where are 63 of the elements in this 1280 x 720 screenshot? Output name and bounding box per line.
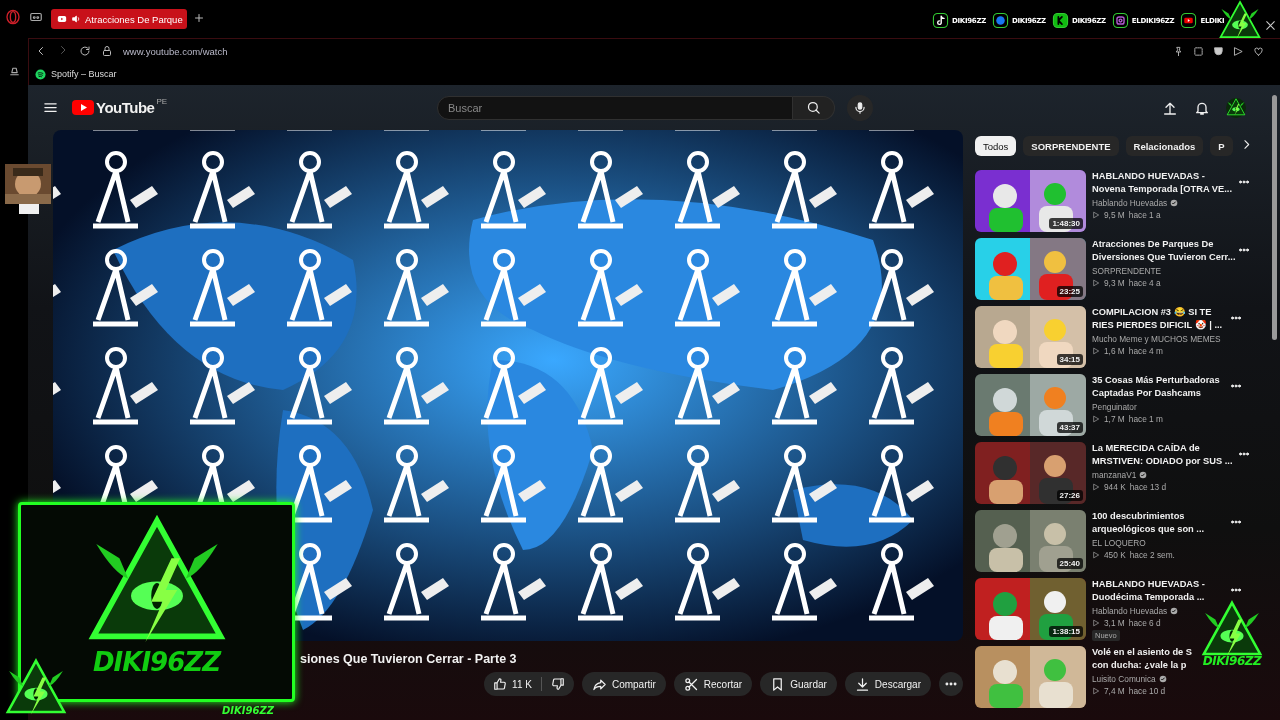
channel-name[interactable]: Hablando Huevadas — [1092, 198, 1168, 208]
duration-label: 43:37 — [1056, 422, 1083, 433]
channel-name[interactable]: Hablando Huevadas — [1092, 606, 1168, 616]
upload-age: hace 4 a — [1128, 278, 1161, 288]
upload-age: hace 1 m — [1128, 414, 1163, 424]
duration-label: 23:25 — [1056, 286, 1083, 297]
video-title[interactable]: HABLANDO HUEVADAS - — [1092, 578, 1205, 591]
overlay-logo-text: DIKI96ZZ — [222, 705, 274, 716]
video-title[interactable]: arqueológicos que son ... — [1092, 523, 1205, 536]
view-count: 3,1 M — [1104, 618, 1125, 628]
view-count: 944 K — [1104, 482, 1126, 492]
channel-name[interactable]: manzanaV1 — [1092, 470, 1137, 480]
duration-label: 27:26 — [1056, 490, 1083, 501]
address-field[interactable]: www.youtube.com/watch — [123, 45, 228, 57]
upload-age: hace 2 sem. — [1129, 550, 1175, 560]
browser-tab[interactable]: Atracciones De Parque — [51, 9, 187, 29]
upload-age: hace 13 d — [1129, 482, 1167, 492]
upload-age: hace 10 d — [1128, 686, 1166, 696]
search-field[interactable]: Buscar — [437, 95, 793, 120]
view-count: 9,3 M — [1104, 278, 1125, 288]
upload-age: hace 1 a — [1128, 210, 1161, 220]
bookmark[interactable]: Spotify – Buscar — [35, 68, 117, 80]
duration-label: 25:40 — [1056, 558, 1083, 569]
video-title[interactable]: Captadas Por Dashcams — [1092, 387, 1202, 400]
video-title[interactable]: La MERECIDA CAÍDA de — [1092, 442, 1200, 455]
filter-chip[interactable]: Relacionados — [1125, 136, 1204, 156]
action-button[interactable]: Guardar — [760, 672, 837, 696]
view-count: 450 K — [1104, 550, 1126, 560]
filter-chip[interactable]: P — [1210, 136, 1233, 156]
upload-age: hace 6 d — [1128, 618, 1161, 628]
channel-name[interactable]: Luisito Comunica — [1092, 674, 1156, 684]
view-count: 9,5 M — [1104, 210, 1125, 220]
overlay-logo-text: DIKI96ZZ — [93, 647, 220, 677]
action-button[interactable]: Descargar — [844, 672, 931, 696]
channel-name[interactable]: EL LOQUERO — [1092, 538, 1146, 548]
video-title[interactable]: 100 descubrimientos — [1092, 510, 1185, 523]
video-title[interactable]: Volé en el asiento de S — [1092, 646, 1193, 659]
filter-chip[interactable]: Todos — [975, 136, 1017, 156]
channel-name[interactable]: Mucho Meme y MUCHOS MEMES — [1092, 334, 1221, 344]
view-count: 1,7 M — [1104, 414, 1125, 424]
view-count: 7,4 M — [1104, 686, 1125, 696]
overlay-logo-text: DIKI96ZZ — [1202, 654, 1262, 668]
video-title[interactable]: con ducha: ¿vale la p — [1092, 659, 1187, 672]
duration-label: 34:15 — [1056, 354, 1083, 365]
video-title[interactable]: Atracciones De Parques De — [1092, 238, 1214, 251]
channel-name[interactable]: SORPRENDENTE — [1092, 266, 1162, 276]
video-title: siones Que Tuvieron Cerrar - Parte 3 — [300, 652, 518, 666]
duration-label: 1:38:15 — [1049, 626, 1083, 637]
video-title[interactable]: COMPILACION #3 😂 SI TE — [1092, 306, 1212, 319]
video-title[interactable]: 35 Cosas Más Perturbadoras — [1092, 374, 1220, 387]
action-button[interactable]: Compartir — [581, 672, 666, 696]
video-title[interactable]: HABLANDO HUEVADAS - — [1092, 170, 1205, 183]
video-title[interactable]: Diversiones Que Tuvieron Cerr... — [1092, 251, 1236, 264]
video-title[interactable]: Duodécima Temporada ... — [1092, 591, 1205, 604]
duration-label: 1:48:30 — [1049, 218, 1083, 229]
view-count: 1,6 M — [1104, 346, 1125, 356]
channel-name[interactable]: Penguinator — [1092, 402, 1137, 412]
video-title[interactable]: Novena Temporada [OTRA VE... — [1092, 183, 1232, 196]
video-title[interactable]: RIES PIERDES DIFICIL 🤡 | ... — [1092, 319, 1223, 332]
action-button[interactable]: Recortar — [673, 672, 753, 696]
video-title[interactable]: MRSTIVEN: ODIADO por SUS ... — [1092, 455, 1233, 468]
upload-age: hace 4 m — [1128, 346, 1163, 356]
filter-chip[interactable]: SORPRENDENTE — [1023, 136, 1119, 156]
